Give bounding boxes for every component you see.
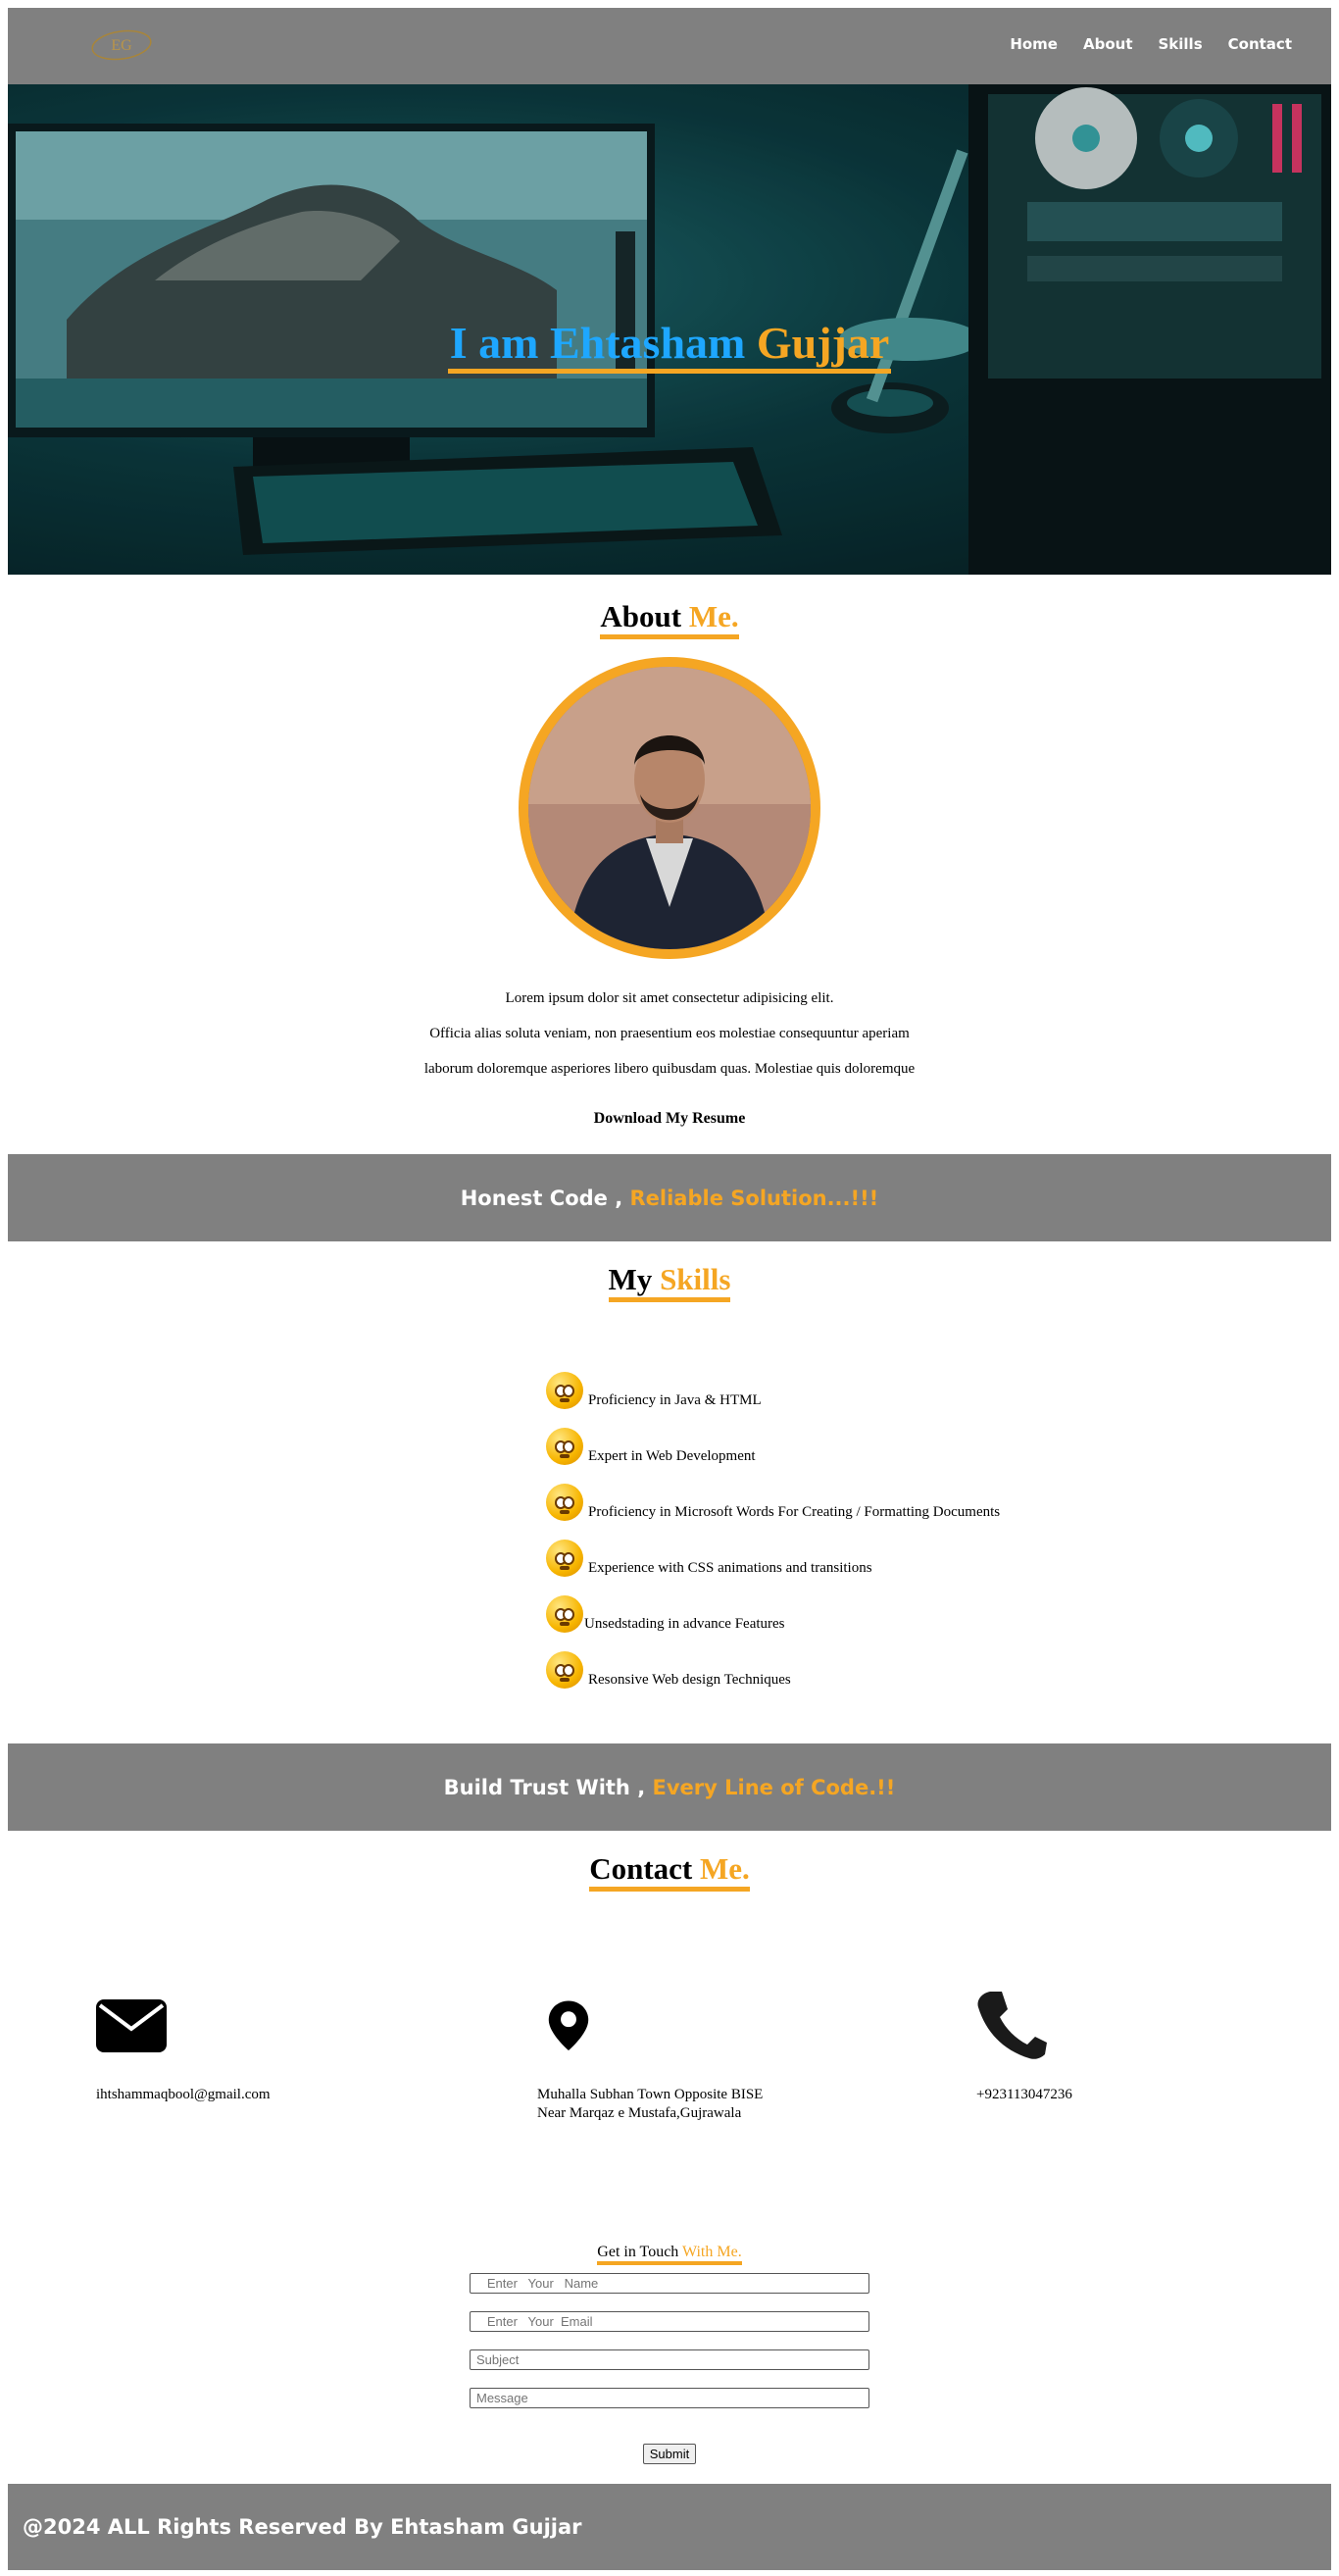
email-input[interactable] — [470, 2311, 869, 2333]
tagline-1-accent: Reliable Solution...!!! — [629, 1186, 879, 1210]
skills-section: My Skills Proficiency in Java & HTML Exp… — [8, 1241, 1331, 1690]
envelope-icon — [96, 1999, 167, 2053]
footer-text: @2024 ALL Rights Reserved By Ehtasham Gu… — [23, 2515, 582, 2540]
hero-title: I am Ehtasham Gujjar — [8, 318, 1331, 375]
email-card: ihtshammaqbool@gmail.com — [96, 1990, 271, 2104]
worried-face-icon — [546, 1651, 583, 1690]
skill-item: Expert in Web Development — [546, 1409, 1095, 1466]
about-heading-text: About — [600, 599, 682, 633]
worried-face-icon — [546, 1484, 583, 1522]
about-section: About Me. Lorem ipsum dolor sit amet con… — [8, 575, 1331, 1128]
about-heading-accent: Me. — [688, 599, 739, 633]
nav-links: Home About Skills Contact — [1010, 35, 1292, 53]
navbar: EG Home About Skills Contact — [8, 8, 1331, 84]
subject-input[interactable] — [470, 2349, 869, 2371]
name-input[interactable] — [470, 2273, 869, 2295]
tagline-1-text: Honest Code , — [460, 1186, 623, 1210]
tagline-2-text: Build Trust With , — [443, 1775, 646, 1799]
contact-form-area: Get in Touch With Me. Submit — [8, 2243, 1331, 2465]
skills-heading: My Skills — [8, 1262, 1331, 1303]
phone-text[interactable]: +923113047236 — [976, 2086, 1072, 2104]
svg-text:EG: EG — [111, 37, 132, 54]
worried-face-icon — [546, 1372, 583, 1410]
worried-face-icon — [546, 1428, 583, 1466]
profile-photo-image — [528, 667, 811, 950]
worried-face-icon — [546, 1540, 583, 1578]
about-line: Lorem ipsum dolor sit amet consectetur a… — [505, 990, 834, 1007]
skill-label: Expert in Web Development — [588, 1448, 756, 1465]
logo-icon[interactable]: EG — [86, 22, 157, 69]
skill-label: Resonsive Web design Techniques — [588, 1672, 791, 1689]
skill-item: Experience with CSS animations and trans… — [546, 1521, 1095, 1578]
about-line: Officia alias soluta veniam, non praesen… — [429, 1026, 910, 1042]
skill-list: Proficiency in Java & HTML Expert in Web… — [546, 1353, 1095, 1690]
hero-title-name: I am Ehtasham — [449, 318, 746, 368]
skill-item: Resonsive Web design Techniques — [546, 1633, 1095, 1690]
contact-heading: Contact Me. — [8, 1851, 1331, 1893]
nav-skills-link[interactable]: Skills — [1159, 35, 1203, 53]
skills-heading-accent: Skills — [660, 1262, 731, 1297]
contact-heading-text: Contact — [589, 1851, 693, 1887]
about-line: laborum doloremque asperiores libero qui… — [423, 1061, 916, 1078]
skill-label: Unsedstading in advance Features — [584, 1616, 785, 1633]
contact-heading-accent: Me. — [700, 1851, 750, 1887]
phone-card: +923113047236 — [976, 1990, 1072, 2104]
tagline-band-1: Honest Code , Reliable Solution...!!! — [8, 1154, 1331, 1242]
contact-section: Contact Me. ihtshammaqbool@gmail.com Muh… — [8, 1831, 1331, 2465]
form-heading: Get in Touch With Me. — [597, 2243, 742, 2266]
form-heading-text: Get in Touch — [597, 2244, 679, 2261]
skill-label: Proficiency in Microsoft Words For Creat… — [588, 1504, 1001, 1521]
worried-face-icon — [546, 1595, 583, 1634]
footer: @2024 ALL Rights Reserved By Ehtasham Gu… — [8, 2484, 1331, 2571]
form-heading-accent: With Me. — [682, 2244, 742, 2261]
page: EG Home About Skills Contact I am Ehtash… — [8, 8, 1331, 2571]
address-line: Muhalla Subhan Town Opposite BISE — [537, 2087, 764, 2103]
skill-item: Unsedstading in advance Features — [546, 1577, 1095, 1634]
nav-home-link[interactable]: Home — [1010, 35, 1058, 53]
location-pin-icon — [548, 2000, 589, 2051]
skill-item: Proficiency in Microsoft Words For Creat… — [546, 1465, 1095, 1522]
contact-cards: ihtshammaqbool@gmail.com Muhalla Subhan … — [8, 1892, 1331, 2176]
submit-button[interactable]: Submit — [642, 2444, 697, 2465]
nav-contact-link[interactable]: Contact — [1228, 35, 1292, 53]
download-resume-link[interactable]: Download My Resume — [594, 1110, 746, 1128]
hero-banner: I am Ehtasham Gujjar — [8, 84, 1331, 575]
hero-title-surname: Gujjar — [756, 318, 890, 368]
skill-item: Proficiency in Java & HTML — [546, 1353, 1095, 1410]
contact-form — [470, 2273, 869, 2409]
address-line: Near Marqaz e Mustafa,Gujrawala — [537, 2105, 742, 2122]
profile-photo — [519, 657, 820, 960]
phone-icon — [977, 1992, 1047, 2060]
skill-label: Experience with CSS animations and trans… — [588, 1560, 872, 1577]
about-heading: About Me. — [8, 599, 1331, 640]
nav-about-link[interactable]: About — [1083, 35, 1133, 53]
address-card: Muhalla Subhan Town Opposite BISE Near M… — [537, 1990, 763, 2123]
skills-heading-text: My — [608, 1262, 653, 1297]
about-text: Lorem ipsum dolor sit amet consectetur a… — [8, 981, 1331, 1086]
skill-label: Proficiency in Java & HTML — [588, 1392, 762, 1409]
tagline-band-2: Build Trust With , Every Line of Code.!! — [8, 1743, 1331, 1832]
email-text[interactable]: ihtshammaqbool@gmail.com — [96, 2086, 271, 2104]
message-input[interactable] — [470, 2388, 869, 2409]
tagline-2-accent: Every Line of Code.!! — [652, 1775, 896, 1799]
